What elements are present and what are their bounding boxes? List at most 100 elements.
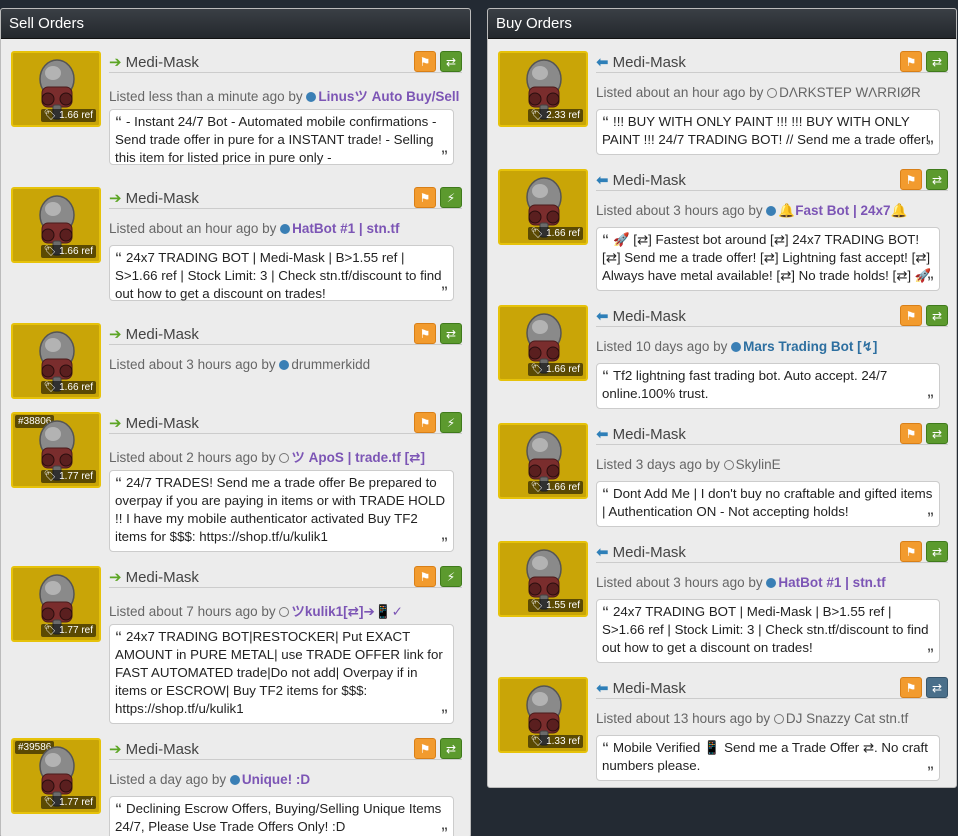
report-flag-button[interactable]: ⚑ (414, 323, 436, 344)
listing-title-row: ⬅ Medi-Mask ⚑ ⇄ (596, 541, 948, 563)
report-flag-button[interactable]: ⚑ (900, 541, 922, 562)
trade-button[interactable]: ⇄ (926, 677, 948, 698)
item-name-link[interactable]: ➔ Medi-Mask (109, 740, 199, 758)
item-thumbnail[interactable]: #38806 🏷︎ 1.77 ref (11, 412, 101, 488)
buy-orders-panel: Buy Orders 🏷︎ 2.33 ref ⬅ Medi-Mask ⚑ ⇄ Li… (487, 8, 957, 788)
listing-comment: “24x7 TRADING BOT|RESTOCKER| Put EXACT A… (109, 624, 454, 724)
comment-text: 24x7 TRADING BOT | Medi-Mask | B>1.55 re… (115, 250, 442, 301)
comment-text: Declining Escrow Offers, Buying/Selling … (115, 801, 442, 834)
sell-orders-panel: Sell Orders 🏷︎ 1.66 ref ➔ Medi-Mask ⚑ ⇄ L… (0, 8, 471, 836)
online-status-icon (306, 92, 317, 102)
user-link[interactable]: SkylinE (736, 457, 781, 472)
listing-title-row: ➔ Medi-Mask ⚑ ⚡ (109, 566, 462, 588)
listed-time: Listed about an hour ago by (596, 85, 764, 100)
lightning-icon: ⚡ (446, 191, 456, 205)
listing-comment: “🚀 [⇄] Fastest bot around [⇄] 24x7 TRADI… (596, 227, 940, 291)
item-thumbnail[interactable]: 🏷︎ 1.66 ref (498, 423, 588, 499)
trade-button[interactable]: ⇄ (926, 305, 948, 326)
item-price: 1.66 ref (546, 364, 580, 375)
trade-arrows-icon: ⇄ (931, 55, 943, 69)
flag-icon: ⚑ (905, 545, 917, 559)
item-name-link[interactable]: ⬅ Medi-Mask (596, 307, 686, 325)
item-thumbnail[interactable]: 🏷︎ 1.33 ref (498, 677, 588, 753)
item-name-link[interactable]: ⬅ Medi-Mask (596, 543, 686, 561)
report-flag-button[interactable]: ⚑ (414, 738, 436, 759)
item-name-link[interactable]: ➔ Medi-Mask (109, 53, 199, 71)
quote-open-icon: “ (115, 113, 122, 129)
trade-button[interactable]: ⇄ (440, 738, 462, 759)
user-link[interactable]: drummerkidd (291, 357, 370, 372)
offline-status-icon (723, 460, 734, 470)
item-thumbnail[interactable]: 🏷︎ 1.66 ref (11, 323, 101, 399)
user-link[interactable]: Mars Trading Bot [↯] (743, 339, 877, 354)
item-name-link[interactable]: ⬅ Medi-Mask (596, 425, 686, 443)
lightning-icon: ⚡ (446, 416, 456, 430)
report-flag-button[interactable]: ⚑ (900, 169, 922, 190)
listing-meta: Listed about 7 hours ago by ツkulik1[⇄]➔📱… (109, 600, 403, 620)
item-thumbnail[interactable]: 🏷︎ 1.77 ref (11, 566, 101, 642)
listing-title-row: ⬅ Medi-Mask ⚑ ⇄ (596, 305, 948, 327)
arrow-left-icon: ⬅ (596, 54, 609, 71)
item-price: 1.77 ref (59, 625, 93, 636)
item-price: 1.77 ref (59, 471, 93, 482)
tag-icon: 🏷︎ (43, 382, 60, 393)
tag-icon: 🏷︎ (530, 736, 547, 747)
item-thumbnail[interactable]: 🏷︎ 1.66 ref (498, 305, 588, 381)
offline-status-icon (773, 714, 784, 724)
trade-button[interactable]: ⚡ (440, 566, 462, 587)
tag-icon: 🏷︎ (43, 625, 60, 636)
item-thumbnail[interactable]: #39586 🏷︎ 1.77 ref (11, 738, 101, 814)
report-flag-button[interactable]: ⚑ (414, 187, 436, 208)
quote-open-icon: “ (115, 474, 122, 490)
item-thumbnail[interactable]: 🏷︎ 1.55 ref (498, 541, 588, 617)
report-flag-button[interactable]: ⚑ (900, 305, 922, 326)
trade-button[interactable]: ⇄ (440, 323, 462, 344)
listing-meta: Listed 10 days ago by Mars Trading Bot [… (596, 339, 877, 355)
user-link[interactable]: 🔔Fast Bot | 24x7🔔 (778, 203, 907, 218)
trade-button[interactable]: ⇄ (440, 51, 462, 72)
report-flag-button[interactable]: ⚑ (900, 677, 922, 698)
user-link[interactable]: DJ Snazzy Cat stn.tf (786, 711, 908, 726)
report-flag-button[interactable]: ⚑ (900, 51, 922, 72)
trade-arrows-icon: ⇄ (931, 173, 943, 187)
user-link[interactable]: Linusツ Auto Buy/Sell (318, 89, 459, 104)
trade-button[interactable]: ⇄ (926, 541, 948, 562)
report-flag-button[interactable]: ⚑ (414, 412, 436, 433)
item-name-link[interactable]: ➔ Medi-Mask (109, 568, 199, 586)
quote-open-icon: “ (602, 739, 609, 755)
report-flag-button[interactable]: ⚑ (900, 423, 922, 444)
trade-button[interactable]: ⇄ (926, 423, 948, 444)
arrow-right-icon: ➔ (109, 190, 122, 207)
item-thumbnail[interactable]: 🏷︎ 1.66 ref (11, 187, 101, 263)
tag-icon: 🏷︎ (43, 471, 60, 482)
item-price: 1.66 ref (59, 246, 93, 257)
item-name-link[interactable]: ➔ Medi-Mask (109, 189, 199, 207)
user-link[interactable]: ツ ApoS | trade.tf [⇄] (291, 450, 425, 465)
user-link[interactable]: ツkulik1[⇄]➔📱✓ (291, 604, 403, 619)
report-flag-button[interactable]: ⚑ (414, 51, 436, 72)
arrow-right-icon: ➔ (109, 415, 122, 432)
trade-button[interactable]: ⚡ (440, 412, 462, 433)
item-name-link[interactable]: ⬅ Medi-Mask (596, 53, 686, 71)
user-link[interactable]: Unique! :D (242, 772, 310, 787)
report-flag-button[interactable]: ⚑ (414, 566, 436, 587)
listed-time: Listed about 3 hours ago by (109, 357, 276, 372)
user-link[interactable]: DΛRKSTEP WΛRRIØR (779, 85, 921, 100)
item-thumbnail[interactable]: 🏷︎ 1.66 ref (498, 169, 588, 245)
item-name-link[interactable]: ➔ Medi-Mask (109, 325, 199, 343)
listing-title-row: ➔ Medi-Mask ⚑ ⚡ (109, 187, 462, 209)
trade-arrows-icon: ⇄ (931, 681, 943, 695)
comment-text: 24x7 TRADING BOT | Medi-Mask | B>1.55 re… (602, 604, 929, 655)
item-name-link[interactable]: ➔ Medi-Mask (109, 414, 199, 432)
trade-button[interactable]: ⚡ (440, 187, 462, 208)
trade-button[interactable]: ⇄ (926, 169, 948, 190)
item-name-link[interactable]: ⬅ Medi-Mask (596, 679, 686, 697)
item-name-link[interactable]: ⬅ Medi-Mask (596, 171, 686, 189)
user-link[interactable]: HatBot #1 | stn.tf (778, 575, 885, 590)
user-link[interactable]: HatBot #1 | stn.tf (292, 221, 399, 236)
item-thumbnail[interactable]: 🏷︎ 2.33 ref (498, 51, 588, 127)
comment-text: 24x7 TRADING BOT|RESTOCKER| Put EXACT AM… (115, 629, 443, 716)
online-status-icon (229, 775, 240, 785)
trade-button[interactable]: ⇄ (926, 51, 948, 72)
item-thumbnail[interactable]: 🏷︎ 1.66 ref (11, 51, 101, 127)
